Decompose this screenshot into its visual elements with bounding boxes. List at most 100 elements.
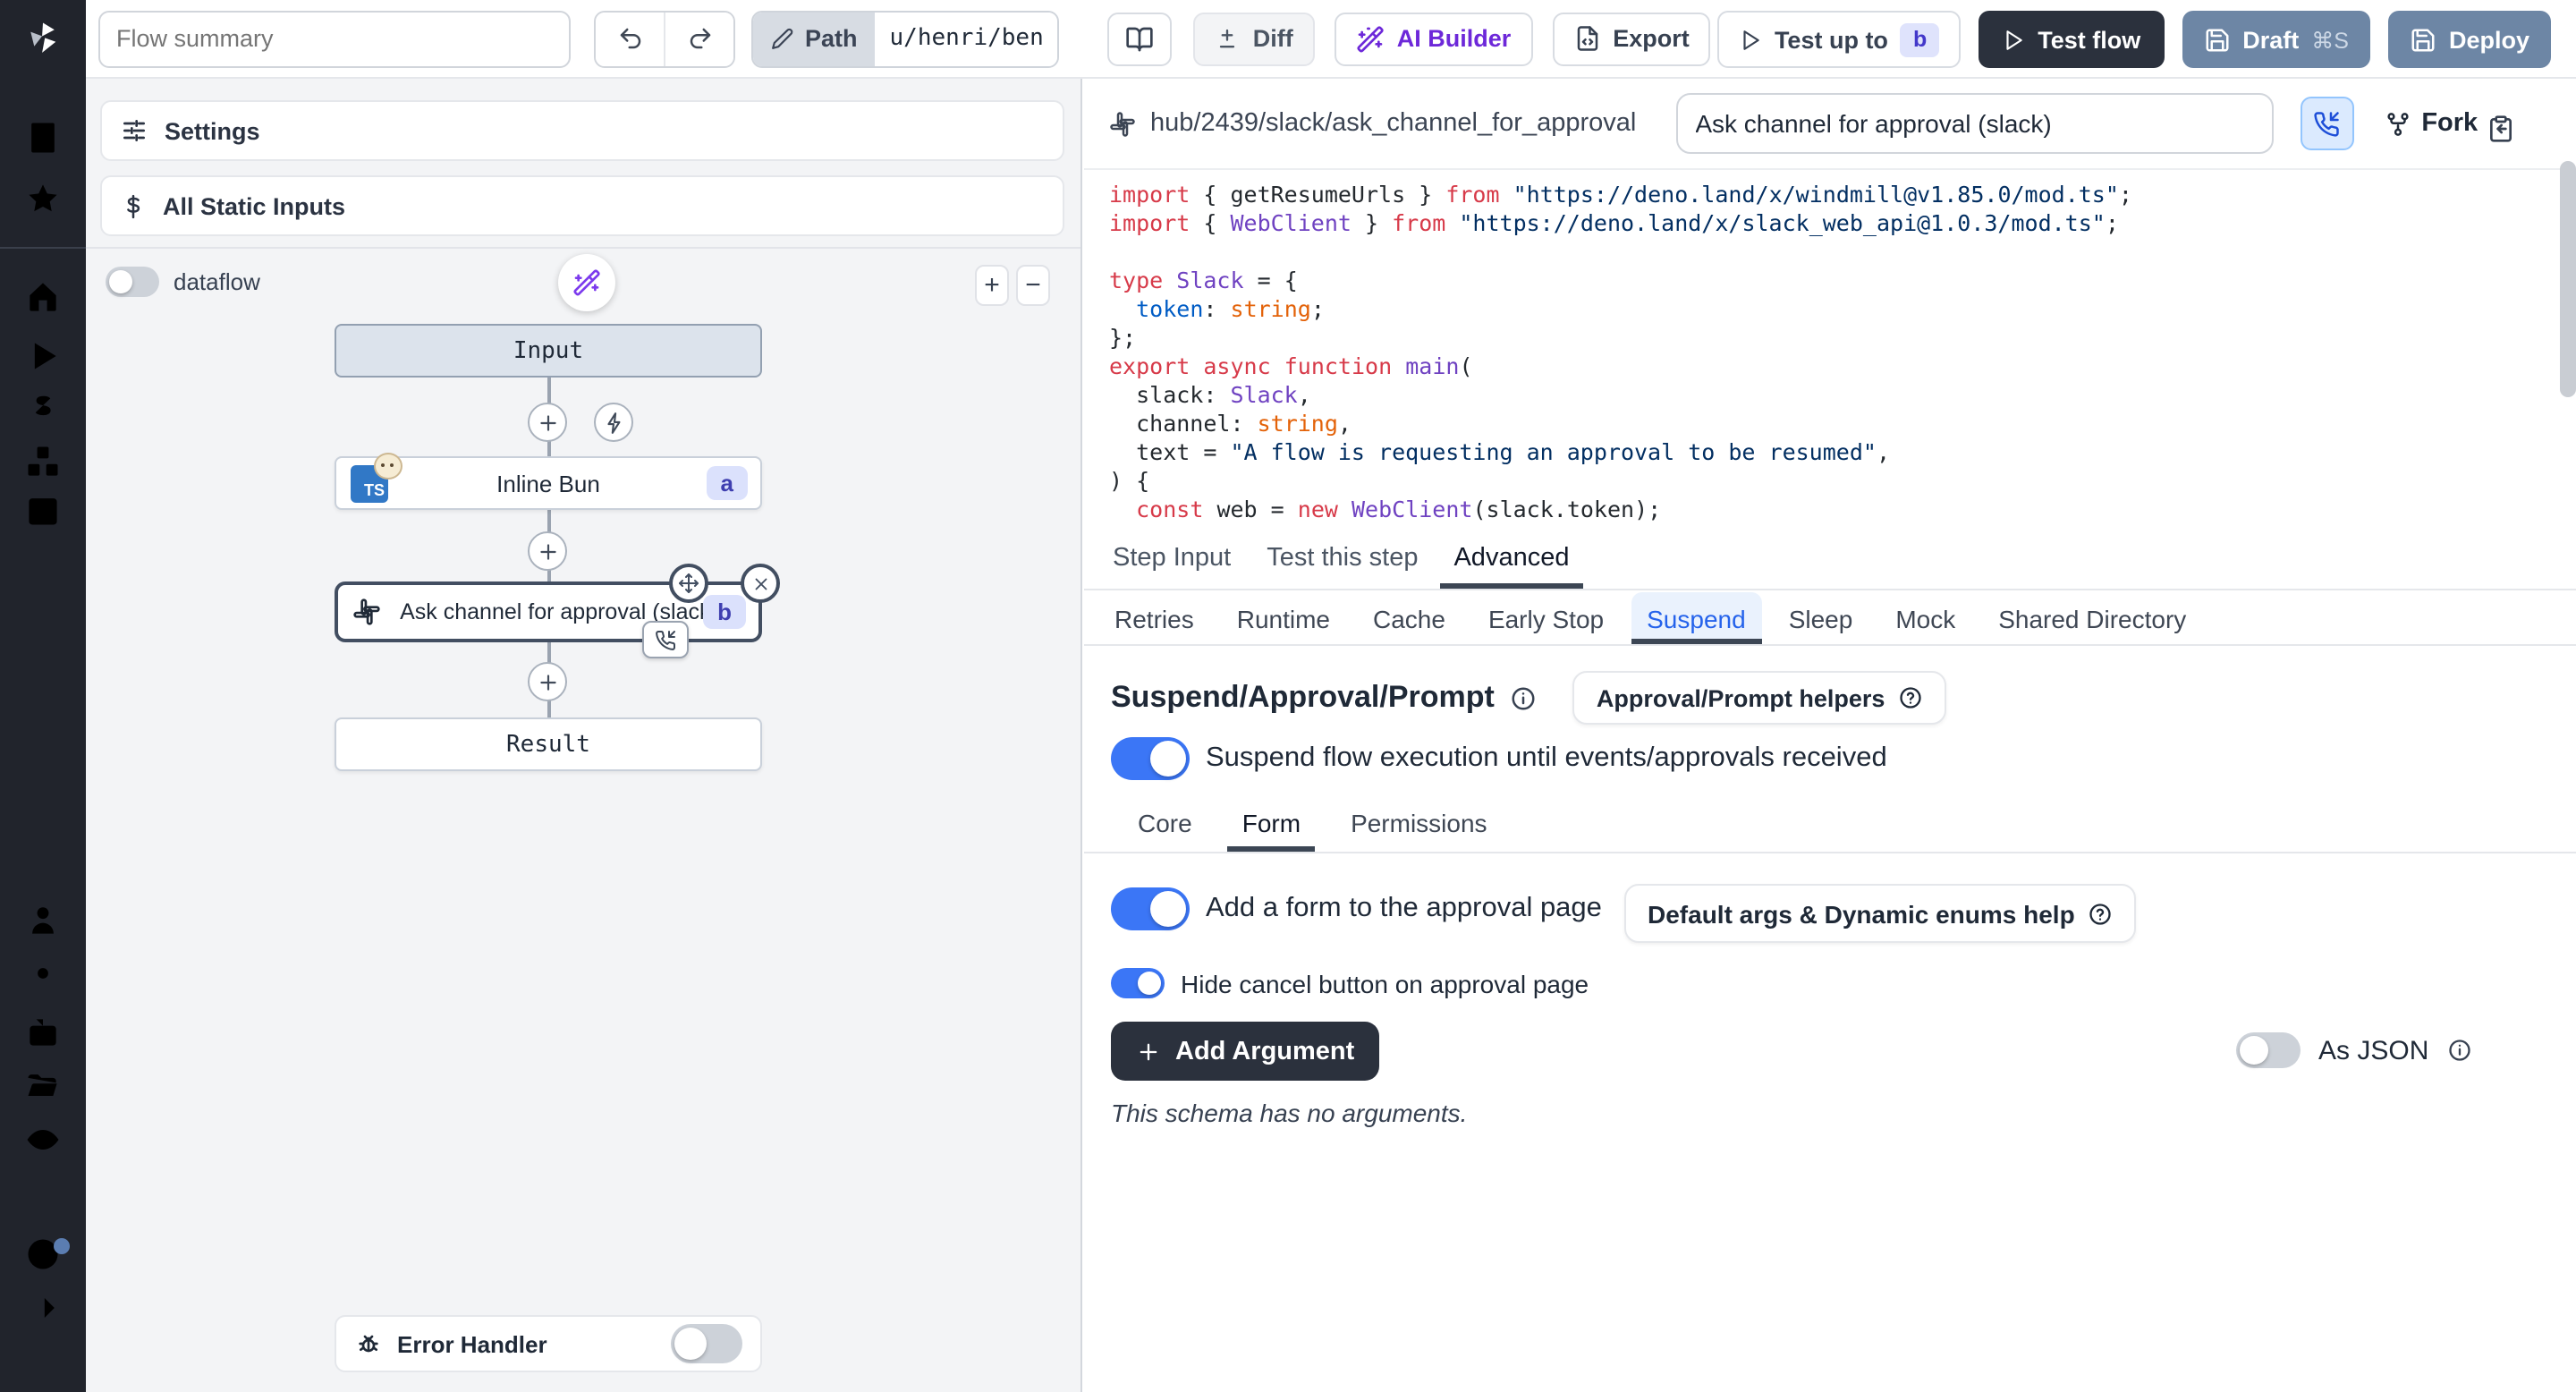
path-value[interactable]: u/henri/ben bbox=[876, 12, 1058, 65]
export-label: Export bbox=[1613, 25, 1690, 52]
tab-advanced[interactable]: Advanced bbox=[1439, 528, 1583, 589]
code-editor[interactable]: import { getResumeUrls } from "https://d… bbox=[1084, 170, 2551, 528]
tab-mock[interactable]: Mock bbox=[1879, 592, 1971, 644]
error-handler-toggle[interactable] bbox=[671, 1324, 742, 1363]
code-line: const web = new WebClient(slack.token); bbox=[1109, 496, 2551, 524]
zoom-in-button[interactable]: + bbox=[975, 265, 1009, 306]
flow-node-ask-channel-approval[interactable]: Ask channel for approval (slack) b bbox=[335, 581, 762, 642]
as-json-toggle[interactable] bbox=[2236, 1032, 2301, 1068]
step-tabs: Step InputTest this stepAdvanced bbox=[1084, 528, 2576, 590]
docs-button[interactable] bbox=[1108, 12, 1173, 65]
insert-step-button-2[interactable] bbox=[528, 531, 567, 571]
tab-core[interactable]: Core bbox=[1123, 794, 1207, 852]
play-icon bbox=[2002, 28, 2025, 51]
deploy-label: Deploy bbox=[2449, 26, 2529, 53]
users-icon[interactable] bbox=[23, 900, 63, 939]
edit-path-button[interactable]: Path bbox=[753, 12, 876, 65]
hub-path-text: hub/2439/slack/ask_channel_for_approval bbox=[1150, 109, 1636, 138]
tab-test-this-step[interactable]: Test this step bbox=[1252, 528, 1432, 589]
sidebar-divider bbox=[0, 247, 86, 249]
copy-code-icon[interactable] bbox=[2487, 115, 2515, 143]
test-up-to-button[interactable]: Test up to b bbox=[1717, 11, 1961, 68]
approval-helpers-button[interactable]: Approval/Prompt helpers bbox=[1573, 671, 1946, 725]
draft-label: Draft bbox=[2242, 26, 2299, 53]
app-sidebar bbox=[0, 0, 86, 1392]
code-line: export async function main( bbox=[1109, 352, 2551, 381]
home-icon[interactable] bbox=[23, 277, 63, 317]
graph-divider bbox=[86, 247, 1080, 249]
variables-dollar-icon[interactable] bbox=[23, 388, 63, 428]
schedules-calendar-icon[interactable] bbox=[23, 490, 63, 530]
tab-cache[interactable]: Cache bbox=[1357, 592, 1462, 644]
editor-scrollbar[interactable] bbox=[2560, 161, 2576, 397]
all-static-inputs-label: All Static Inputs bbox=[163, 192, 345, 219]
info-icon[interactable] bbox=[1511, 684, 1538, 711]
expand-arrow-icon[interactable] bbox=[23, 1288, 63, 1328]
flow-node-input[interactable]: Input bbox=[335, 324, 762, 378]
folders-icon[interactable] bbox=[23, 1066, 63, 1106]
sliders-icon bbox=[120, 116, 148, 145]
tab-sleep[interactable]: Sleep bbox=[1773, 592, 1869, 644]
resources-boxes-icon[interactable] bbox=[23, 442, 63, 481]
code-line: text = "A flow is requesting an approval… bbox=[1109, 438, 2551, 467]
insert-step-button-3[interactable] bbox=[528, 662, 567, 701]
plus-icon bbox=[536, 411, 559, 434]
dollar-icon bbox=[120, 192, 147, 219]
star-icon[interactable] bbox=[23, 179, 63, 218]
error-handler-row[interactable]: Error Handler bbox=[335, 1315, 762, 1372]
undo-button[interactable] bbox=[596, 12, 664, 65]
add-form-toggle[interactable] bbox=[1111, 887, 1190, 930]
audit-eye-icon[interactable] bbox=[23, 1120, 63, 1159]
all-static-inputs-row[interactable]: All Static Inputs bbox=[100, 175, 1064, 236]
flow-settings-row[interactable]: Settings bbox=[100, 100, 1064, 161]
tab-shared-directory[interactable]: Shared Directory bbox=[1982, 592, 2202, 644]
path-control: Path u/henri/ben bbox=[751, 10, 1060, 67]
tab-permissions[interactable]: Permissions bbox=[1336, 794, 1502, 852]
redo-button[interactable] bbox=[664, 12, 733, 65]
diff-button[interactable]: Diff bbox=[1194, 12, 1315, 65]
building-icon[interactable] bbox=[23, 118, 63, 157]
suspend-flow-toggle[interactable] bbox=[1111, 737, 1190, 780]
windmill-logo-icon[interactable] bbox=[23, 18, 63, 57]
move-step-button[interactable] bbox=[669, 564, 708, 603]
ai-flow-wand-button[interactable] bbox=[558, 254, 615, 311]
fork-button[interactable]: Fork bbox=[2384, 109, 2478, 138]
insert-step-button-1[interactable] bbox=[528, 403, 567, 442]
suspend-phone-button[interactable] bbox=[2300, 97, 2353, 150]
tab-early-stop[interactable]: Early Stop bbox=[1472, 592, 1620, 644]
test-flow-button[interactable]: Test flow bbox=[1979, 11, 2164, 68]
tab-suspend[interactable]: Suspend bbox=[1631, 592, 1762, 644]
draft-button[interactable]: Draft ⌘S bbox=[2182, 11, 2370, 68]
zoom-out-button[interactable]: − bbox=[1016, 265, 1050, 306]
dataflow-toggle[interactable] bbox=[106, 267, 159, 297]
close-icon bbox=[750, 573, 770, 593]
tab-retries[interactable]: Retries bbox=[1098, 592, 1210, 644]
flow-summary-input[interactable] bbox=[98, 10, 571, 67]
step-summary-input[interactable] bbox=[1675, 93, 2273, 154]
info-icon[interactable] bbox=[2446, 1038, 2471, 1063]
result-node-label: Result bbox=[506, 731, 590, 758]
toolbar-actions: Test up to b Test flow Draft ⌘S Deploy bbox=[1717, 11, 2551, 68]
export-button[interactable]: Export bbox=[1552, 12, 1711, 65]
tab-form[interactable]: Form bbox=[1228, 794, 1315, 852]
suspend-phone-indicator[interactable] bbox=[642, 621, 689, 658]
deploy-button[interactable]: Deploy bbox=[2388, 11, 2551, 68]
delete-step-button[interactable] bbox=[741, 564, 780, 603]
plus-icon bbox=[536, 539, 559, 563]
workers-bot-icon[interactable] bbox=[23, 1013, 63, 1052]
tab-step-input[interactable]: Step Input bbox=[1098, 528, 1245, 589]
settings-gear-icon[interactable] bbox=[23, 954, 63, 993]
input-node-label: Input bbox=[513, 337, 583, 364]
tab-runtime[interactable]: Runtime bbox=[1221, 592, 1346, 644]
add-trigger-button[interactable] bbox=[594, 403, 633, 442]
flow-node-inline-bun[interactable]: TS Inline Bun a bbox=[335, 456, 762, 510]
hide-cancel-toggle[interactable] bbox=[1111, 968, 1165, 998]
default-args-help-button[interactable]: Default args & Dynamic enums help bbox=[1624, 884, 2136, 943]
flow-node-result[interactable]: Result bbox=[335, 717, 762, 771]
step-editor-panel: hub/2439/slack/ask_channel_for_approval … bbox=[1084, 79, 2576, 1392]
code-line: import { WebClient } from "https://deno.… bbox=[1109, 209, 2551, 238]
help-circle-icon bbox=[1897, 685, 1922, 710]
runs-play-icon[interactable] bbox=[23, 336, 63, 376]
ai-builder-button[interactable]: AI Builder bbox=[1335, 12, 1533, 65]
add-argument-button[interactable]: Add Argument bbox=[1111, 1022, 1379, 1081]
